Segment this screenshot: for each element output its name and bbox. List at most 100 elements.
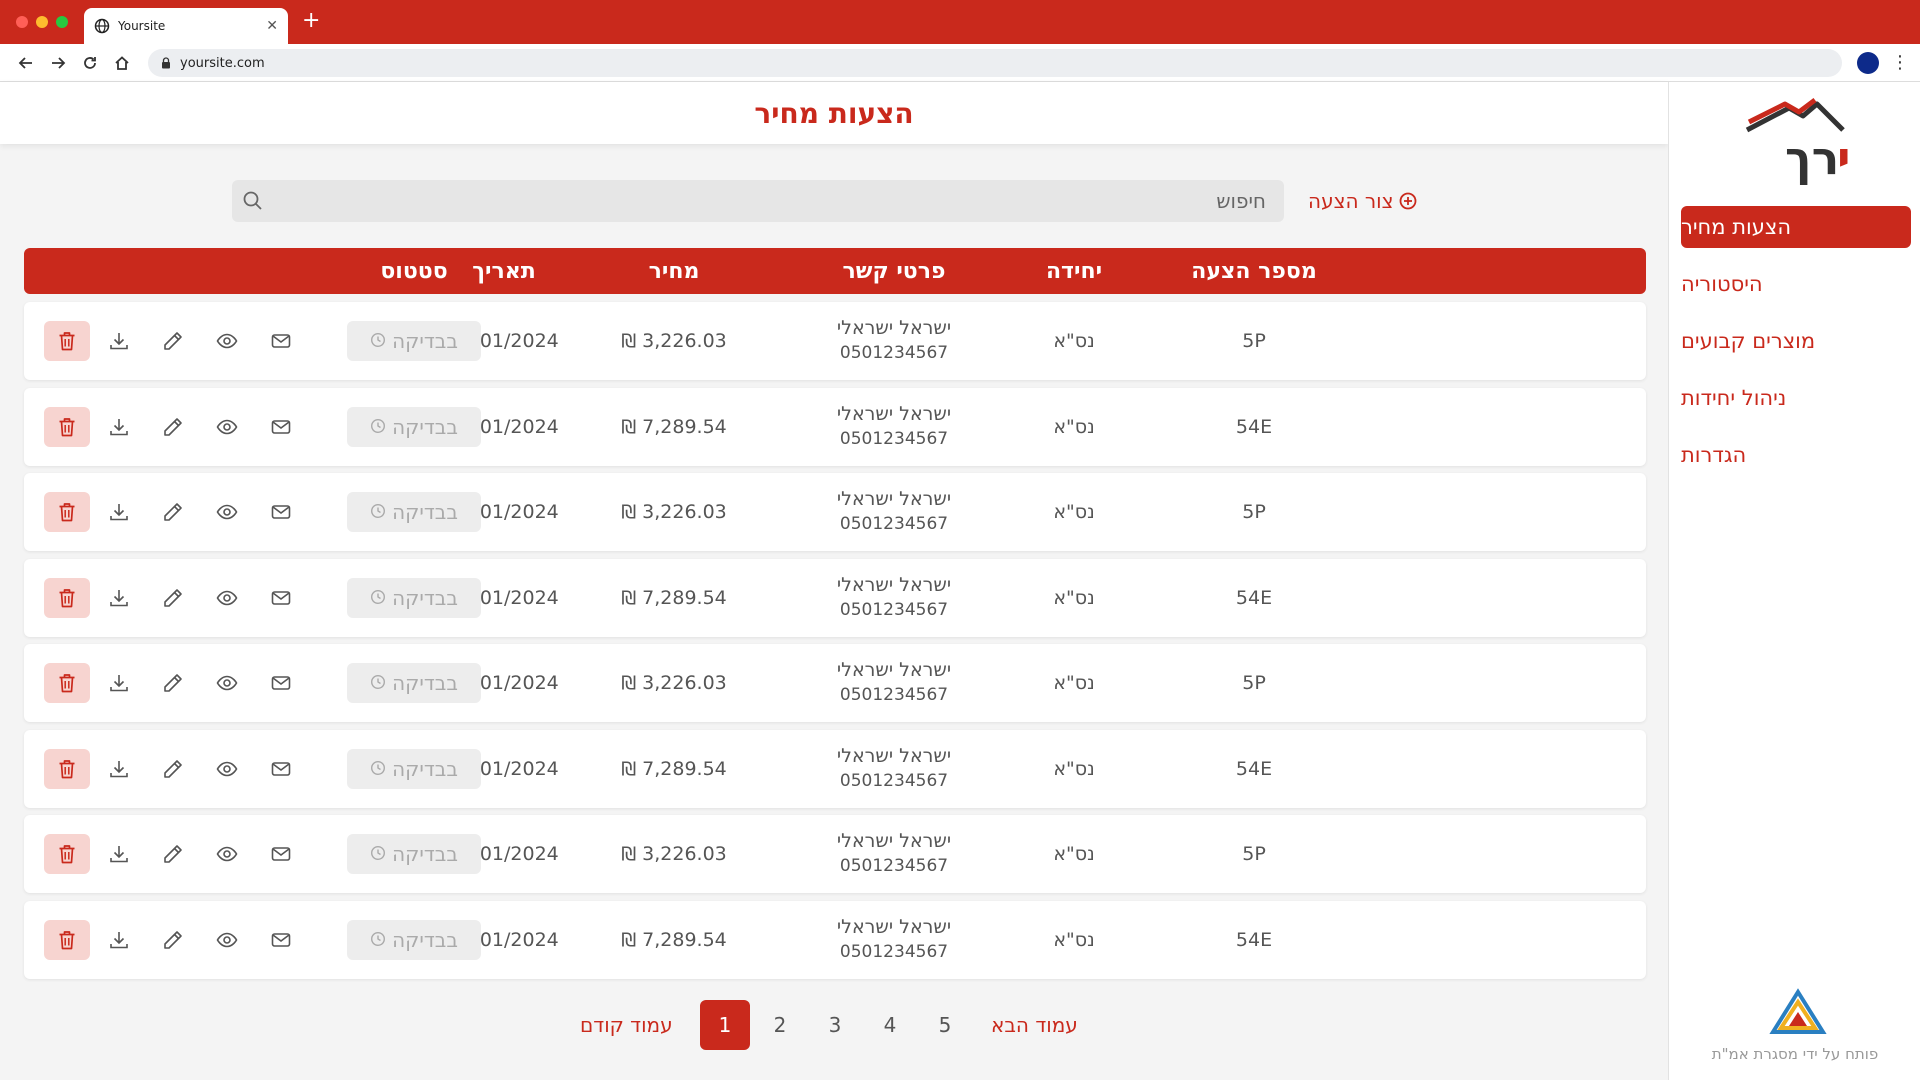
sidebar-item-history[interactable]: היסטוריה bbox=[1681, 263, 1911, 305]
mail-icon[interactable] bbox=[266, 326, 296, 356]
sidebar-item-settings[interactable]: הגדרות bbox=[1681, 434, 1911, 476]
eye-icon[interactable] bbox=[212, 839, 242, 869]
download-icon[interactable] bbox=[104, 412, 134, 442]
pencil-icon[interactable] bbox=[158, 497, 188, 527]
pencil-icon[interactable] bbox=[158, 412, 188, 442]
trash-icon bbox=[56, 501, 78, 523]
profile-avatar[interactable] bbox=[1857, 52, 1879, 74]
download-icon[interactable] bbox=[104, 925, 134, 955]
pencil-icon[interactable] bbox=[158, 668, 188, 698]
page-5-button[interactable]: 5 bbox=[920, 1000, 970, 1050]
developer-logo bbox=[1769, 988, 1827, 1034]
pencil-icon[interactable] bbox=[158, 583, 188, 613]
pencil-icon[interactable] bbox=[158, 925, 188, 955]
delete-button[interactable] bbox=[44, 834, 90, 874]
delete-button[interactable] bbox=[44, 748, 90, 789]
download-icon[interactable] bbox=[104, 839, 134, 869]
page-3-button[interactable]: 3 bbox=[810, 1000, 860, 1050]
browser-tab[interactable]: Yoursite ✕ bbox=[84, 8, 288, 44]
new-tab-icon[interactable]: + bbox=[302, 10, 320, 32]
create-quote-button[interactable]: צור הצעה bbox=[1308, 184, 1422, 218]
cell-contact: ישראל ישראלי 0501234567 bbox=[754, 730, 1034, 808]
table-row[interactable]: 54E נס"א ישראל ישראלי 0501234567 ₪ 7,289.54 1… bbox=[24, 729, 1646, 808]
delete-button[interactable] bbox=[44, 492, 90, 532]
table-row[interactable]: 54E נס"א ישראל ישראלי 0501234567 ₪ 7,289.54 1… bbox=[24, 900, 1646, 979]
page-2-button[interactable]: 2 bbox=[755, 1000, 805, 1050]
status-badge: בבדיקה bbox=[347, 577, 481, 618]
table-row[interactable]: 54E נס"א ישראל ישראלי 0501234567 ₪ 7,289.54 1… bbox=[24, 558, 1646, 637]
pencil-icon[interactable] bbox=[158, 326, 188, 356]
page-4-button[interactable]: 4 bbox=[865, 1000, 915, 1050]
pencil-icon[interactable] bbox=[158, 839, 188, 869]
window-maximize-button[interactable] bbox=[56, 16, 68, 28]
eye-icon[interactable] bbox=[212, 668, 242, 698]
delete-button[interactable] bbox=[44, 577, 90, 618]
trash-icon bbox=[56, 416, 78, 438]
back-arrow-icon[interactable] bbox=[16, 53, 36, 73]
cell-contact: ישראל ישראלי 0501234567 bbox=[754, 388, 1034, 466]
table-row[interactable]: 5P נס"א ישראל ישראלי 0501234567 ₪ 3,226.03 10… bbox=[24, 302, 1646, 380]
eye-icon[interactable] bbox=[212, 754, 242, 784]
mail-icon[interactable] bbox=[266, 583, 296, 613]
contact-phone: 0501234567 bbox=[839, 428, 949, 449]
page-1-button[interactable]: 1 bbox=[700, 1000, 750, 1050]
contact-name: ישראל ישראלי bbox=[836, 317, 952, 339]
tab-close-icon[interactable]: ✕ bbox=[266, 18, 278, 34]
developer-credit: פותח על ידי מסגרת אמ"ת bbox=[1711, 1045, 1879, 1063]
create-quote-label: צור הצעה bbox=[1308, 189, 1394, 213]
download-icon[interactable] bbox=[104, 668, 134, 698]
clock-icon bbox=[370, 842, 386, 866]
home-icon[interactable] bbox=[112, 53, 132, 73]
sidebar-item-fixed-products[interactable]: מוצרים קבועים bbox=[1681, 320, 1911, 362]
trash-icon bbox=[56, 929, 78, 951]
table-row[interactable]: 5P נס"א ישראל ישראלי 0501234567 ₪ 3,226.03 10… bbox=[24, 473, 1646, 551]
clock-icon bbox=[370, 671, 386, 695]
trash-icon bbox=[56, 330, 78, 352]
app-logo: צי רך bbox=[1745, 98, 1851, 185]
delete-button[interactable] bbox=[44, 919, 90, 960]
table-row[interactable]: 54E נס"א ישראל ישראלי 0501234567 ₪ 7,289.54 1… bbox=[24, 387, 1646, 466]
browser-tab-bar: Yoursite ✕ + bbox=[0, 0, 1920, 44]
clock-icon bbox=[370, 757, 386, 781]
download-icon[interactable] bbox=[104, 583, 134, 613]
clock-icon bbox=[370, 500, 386, 524]
pagination: עמוד קודם 1 2 3 4 5 עמוד הבא bbox=[580, 1000, 1100, 1050]
delete-button[interactable] bbox=[44, 321, 90, 361]
mail-icon[interactable] bbox=[266, 497, 296, 527]
download-icon[interactable] bbox=[104, 497, 134, 527]
browser-toolbar: yoursite.com bbox=[0, 44, 1920, 82]
forward-arrow-icon[interactable] bbox=[48, 53, 68, 73]
window-close-button[interactable] bbox=[16, 16, 28, 28]
contact-phone: 0501234567 bbox=[839, 343, 949, 363]
search-input[interactable] bbox=[276, 180, 1266, 222]
pencil-icon[interactable] bbox=[158, 754, 188, 784]
sidebar-item-units-management[interactable]: ניהול יחידות bbox=[1681, 377, 1911, 419]
next-page-link[interactable]: עמוד הבא bbox=[991, 1000, 1078, 1050]
cell-contact: ישראל ישראלי 0501234567 bbox=[754, 559, 1034, 637]
mail-icon[interactable] bbox=[266, 839, 296, 869]
status-label: בבדיקה bbox=[392, 329, 458, 353]
mail-icon[interactable] bbox=[266, 668, 296, 698]
mail-icon[interactable] bbox=[266, 754, 296, 784]
browser-menu-icon[interactable]: ⋮ bbox=[1891, 50, 1909, 76]
previous-page-link[interactable]: עמוד קודם bbox=[580, 1000, 673, 1050]
contact-phone: 0501234567 bbox=[839, 685, 949, 705]
download-icon[interactable] bbox=[104, 326, 134, 356]
eye-icon[interactable] bbox=[212, 326, 242, 356]
eye-icon[interactable] bbox=[212, 497, 242, 527]
table-row[interactable]: 5P נס"א ישראל ישראלי 0501234567 ₪ 3,226.03 10… bbox=[24, 815, 1646, 893]
reload-icon[interactable] bbox=[80, 53, 100, 73]
delete-button[interactable] bbox=[44, 663, 90, 703]
eye-icon[interactable] bbox=[212, 925, 242, 955]
table-row[interactable]: 5P נס"א ישראל ישראלי 0501234567 ₪ 3,226.03 10… bbox=[24, 644, 1646, 722]
mail-icon[interactable] bbox=[266, 412, 296, 442]
status-label: בבדיקה bbox=[392, 585, 458, 610]
download-icon[interactable] bbox=[104, 754, 134, 784]
delete-button[interactable] bbox=[44, 406, 90, 447]
eye-icon[interactable] bbox=[212, 583, 242, 613]
window-minimize-button[interactable] bbox=[36, 16, 48, 28]
mail-icon[interactable] bbox=[266, 925, 296, 955]
address-bar[interactable]: yoursite.com bbox=[148, 49, 1842, 77]
eye-icon[interactable] bbox=[212, 412, 242, 442]
sidebar-item-quotes[interactable]: הצעות מחיר bbox=[1681, 206, 1911, 248]
